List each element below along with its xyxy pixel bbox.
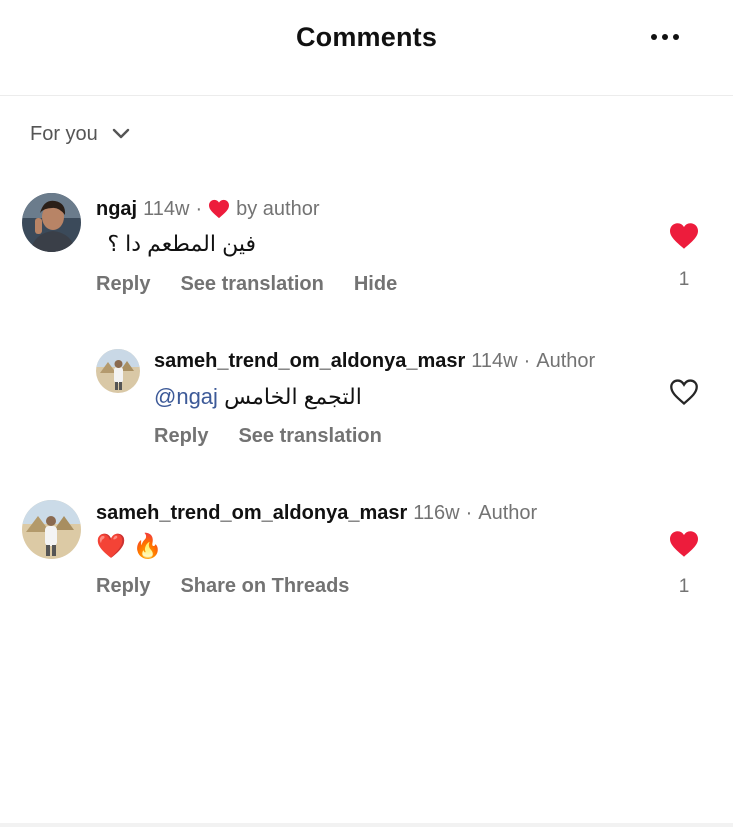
heart-filled-icon [209,199,230,219]
reply-button[interactable]: Reply [96,575,150,598]
see-translation-button[interactable]: See translation [238,425,381,448]
like-button-filled[interactable] [668,530,700,558]
hide-button[interactable]: Hide [354,273,397,296]
more-horizontal-icon [651,34,657,40]
like-count: 1 [678,269,690,290]
timestamp: 114w [143,198,190,220]
avatar[interactable] [96,349,140,393]
avatar[interactable] [22,500,81,559]
sort-filter-dropdown[interactable]: For you [30,119,130,149]
more-options-button[interactable] [640,20,690,54]
username[interactable]: ngaj [96,196,137,222]
timestamp: 114w [471,350,518,372]
reply-text: التجمع الخامس [224,384,362,409]
reply-button[interactable]: Reply [96,273,150,296]
see-translation-button[interactable]: See translation [180,273,323,296]
comment-actions: Reply Share on Threads [96,575,349,598]
sort-filter-label: For you [30,122,98,145]
chevron-down-icon [112,128,130,139]
timestamp: 116w [413,502,460,524]
comment-actions: Reply See translation [154,425,382,448]
username[interactable]: sameh_trend_om_aldonya_masr [96,500,407,526]
like-count: 1 [678,576,690,597]
separator: · [523,350,531,372]
bottom-divider [0,823,733,827]
share-on-threads-button[interactable]: Share on Threads [180,575,349,598]
reply-button[interactable]: Reply [154,425,208,448]
like-button-outline[interactable] [668,378,700,406]
mention-link[interactable]: @ngaj [154,384,218,409]
comment-text: فين المطعم دا ؟ [107,231,256,256]
page-title: Comments [295,22,438,52]
separator: · [195,198,203,220]
liked-by-author-label: by author [236,198,320,220]
separator: · [465,502,473,524]
author-tag: Author [478,502,538,524]
header: Comments [0,0,733,96]
liked-by-author-badge: by author [208,196,320,222]
author-tag: Author [536,350,596,372]
like-button-filled[interactable] [668,222,700,250]
username[interactable]: sameh_trend_om_aldonya_masr [154,348,465,374]
comment-text: @ngaj التجمع الخامس [154,382,362,412]
comment-text: ❤️ 🔥 [96,533,163,560]
comment-meta: ngaj 114w · by author [96,196,320,222]
comment-actions: Reply See translation Hide [96,273,397,296]
avatar[interactable] [22,193,81,252]
comment-meta: sameh_trend_om_aldonya_masr 116w · Autho… [96,500,537,526]
comments-sheet: Comments For you ngaj 114w · by author ف… [0,0,733,827]
comment-meta: sameh_trend_om_aldonya_masr 114w · Autho… [154,348,595,374]
